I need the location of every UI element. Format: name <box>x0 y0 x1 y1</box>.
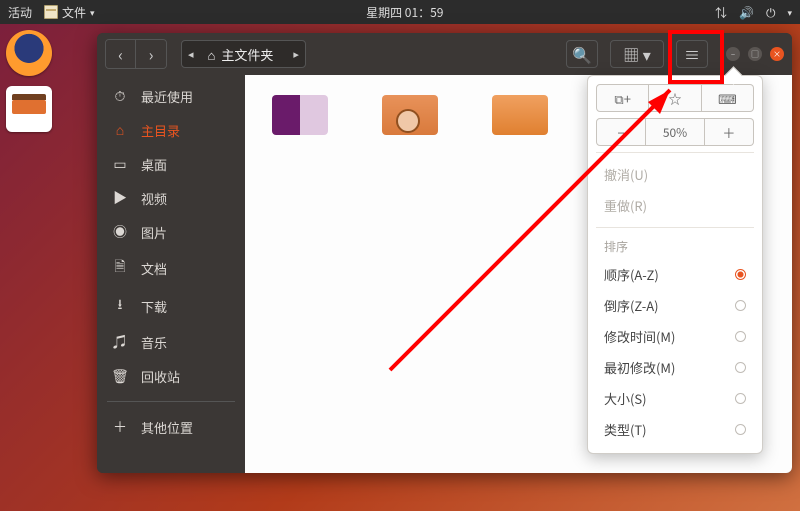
sidebar-item-desktop[interactable]: ▭ 桌面 <box>97 147 245 181</box>
sidebar-separator <box>107 401 235 402</box>
folder-icon <box>382 95 438 135</box>
new-tab-button[interactable]: ⧉+ <box>596 84 649 112</box>
sort-header: 排序 <box>596 234 754 259</box>
minimize-button[interactable]: – <box>726 47 740 61</box>
appmenu-label: 文件 <box>62 4 86 21</box>
view-toggle-button[interactable]: ▦ ▾ <box>610 40 664 68</box>
launcher <box>0 24 58 511</box>
sidebar-item-label: 主目录 <box>141 121 180 140</box>
system-menu-caret-icon: ▾ <box>787 6 792 19</box>
folder-item[interactable] <box>265 95 335 135</box>
path-bar[interactable]: ◂ ⌂ 主文件夹 ▸ <box>181 40 306 68</box>
sidebar-item-label: 视频 <box>141 189 167 208</box>
folder-icon <box>492 95 548 135</box>
sort-option-za[interactable]: 倒序(Z-A) <box>596 290 754 321</box>
network-icon[interactable]: ⇅ <box>715 4 727 21</box>
sidebar-item-label: 文档 <box>141 259 167 278</box>
path-caret-icon: ◂ <box>182 46 200 62</box>
sidebar-item-label: 音乐 <box>141 333 167 352</box>
sidebar-item-music[interactable]: ♫ 音乐 <box>97 325 245 359</box>
video-icon: ▶ <box>111 188 129 208</box>
popover-separator <box>596 152 754 153</box>
sidebar-item-label: 其他位置 <box>141 418 193 437</box>
hamburger-menu-button[interactable]: ≡ <box>676 40 708 68</box>
radio-icon <box>735 424 746 435</box>
zoom-out-button[interactable]: − <box>596 118 646 146</box>
path-label: 主文件夹 <box>221 45 273 64</box>
sidebar-item-label: 回收站 <box>141 367 180 386</box>
popover-separator <box>596 227 754 228</box>
back-button[interactable]: ‹ <box>106 40 136 68</box>
sidebar-item-documents[interactable]: 🗎 文档 <box>97 249 245 287</box>
document-icon: 🗎 <box>111 256 129 280</box>
titlebar: ‹ › ◂ ⌂ 主文件夹 ▸ 🔍 ▦ ▾ ≡ – □ × <box>97 33 792 75</box>
zoom-level[interactable]: 50% <box>646 118 705 146</box>
volume-icon[interactable]: 🔊 <box>739 4 754 21</box>
clock[interactable]: 星期四 01：59 <box>95 4 715 21</box>
sidebar-item-label: 图片 <box>141 223 167 242</box>
sidebar-item-downloads[interactable]: ⭳ 下载 <box>97 287 245 325</box>
folder-icon <box>272 95 328 135</box>
files-app-icon <box>44 5 58 19</box>
activities-button[interactable]: 活动 <box>8 4 32 21</box>
plus-icon: ＋ <box>111 417 129 437</box>
radio-icon <box>735 269 746 280</box>
zoom-in-button[interactable]: ＋ <box>705 118 754 146</box>
radio-icon <box>735 362 746 373</box>
files-window: ‹ › ◂ ⌂ 主文件夹 ▸ 🔍 ▦ ▾ ≡ – □ × ⏱最近使用 ⌂主目录 … <box>97 33 792 473</box>
folder-item[interactable] <box>375 95 445 135</box>
path-caret-right-icon: ▸ <box>287 46 305 62</box>
radio-icon <box>735 393 746 404</box>
sidebar-item-trash[interactable]: 🗑 回收站 <box>97 359 245 393</box>
undo-item: 撤消(U) <box>596 159 754 190</box>
forward-button[interactable]: › <box>136 40 166 68</box>
appmenu[interactable]: 文件 ▾ <box>44 4 95 21</box>
sort-option-size[interactable]: 大小(S) <box>596 383 754 414</box>
sort-option-modified[interactable]: 修改时间(M) <box>596 321 754 352</box>
sort-option-az[interactable]: 顺序(A-Z) <box>596 259 754 290</box>
sidebar-item-pictures[interactable]: ◉ 图片 <box>97 215 245 249</box>
home-icon: ⌂ <box>111 120 129 140</box>
radio-icon <box>735 300 746 311</box>
bookmark-button[interactable]: ☆ <box>649 84 701 112</box>
download-icon: ⭳ <box>111 294 129 318</box>
sort-option-first-modified[interactable]: 最初修改(M) <box>596 352 754 383</box>
sidebar-item-home[interactable]: ⌂ 主目录 <box>97 113 245 147</box>
sidebar-item-recent[interactable]: ⏱ 最近使用 <box>97 79 245 113</box>
sidebar-item-label: 最近使用 <box>141 87 193 106</box>
sidebar-item-other[interactable]: ＋ 其他位置 <box>97 410 245 444</box>
clock-icon: ⏱ <box>111 86 129 106</box>
camera-icon: ◉ <box>111 222 129 242</box>
launcher-firefox[interactable] <box>6 30 52 76</box>
desktop-icon: ▭ <box>111 154 129 174</box>
radio-icon <box>735 331 746 342</box>
launcher-files[interactable] <box>6 86 52 132</box>
sort-option-type[interactable]: 类型(T) <box>596 414 754 445</box>
power-icon[interactable]: ⏻ <box>766 4 776 21</box>
window-controls: – □ × <box>726 47 784 61</box>
sidebar-item-label: 桌面 <box>141 155 167 174</box>
folder-item[interactable] <box>485 95 555 135</box>
nav-group: ‹ › <box>105 39 167 69</box>
sidebar-item-videos[interactable]: ▶ 视频 <box>97 181 245 215</box>
redo-item: 重做(R) <box>596 190 754 221</box>
close-button[interactable]: × <box>770 47 784 61</box>
music-icon: ♫ <box>111 332 129 352</box>
trash-icon: 🗑 <box>111 366 129 386</box>
open-terminal-button[interactable]: ⌨ <box>702 84 754 112</box>
search-button[interactable]: 🔍 <box>566 40 598 68</box>
home-icon: ⌂ <box>208 45 216 64</box>
sidebar-item-label: 下载 <box>141 297 167 316</box>
top-panel: 活动 文件 ▾ 星期四 01：59 ⇅ 🔊 ⏻ ▾ <box>0 0 800 24</box>
sidebar: ⏱最近使用 ⌂主目录 ▭桌面 ▶视频 ◉图片 🗎文档 ⭳下载 ♫音乐 🗑回收站 … <box>97 75 245 473</box>
maximize-button[interactable]: □ <box>748 47 762 61</box>
hamburger-popover: ⧉+ ☆ ⌨ − 50% ＋ 撤消(U) 重做(R) 排序 顺序(A-Z) 倒序… <box>587 75 763 454</box>
